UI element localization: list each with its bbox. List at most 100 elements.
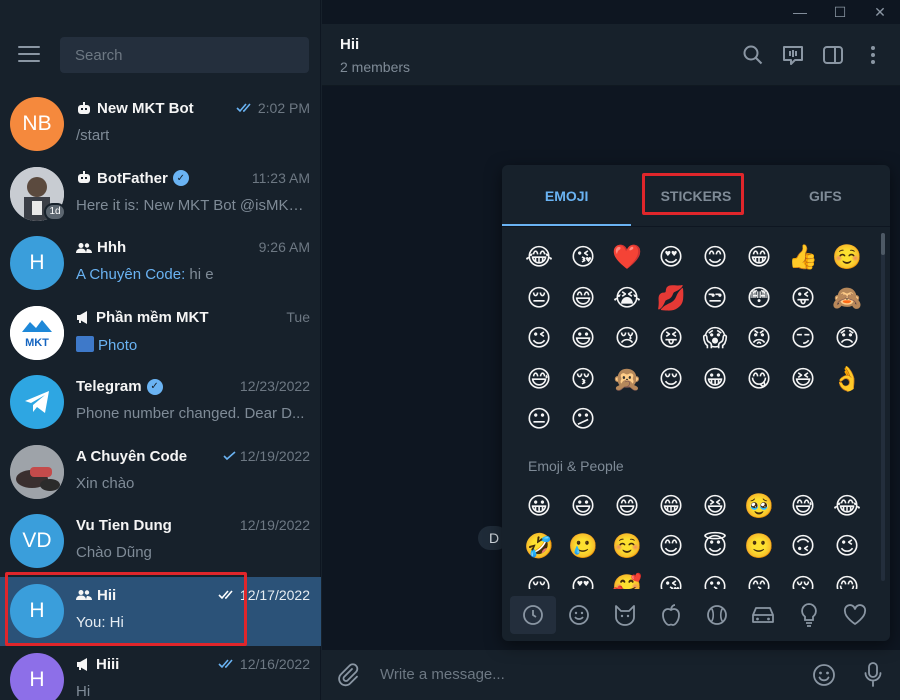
emoji-item[interactable]: 😅 — [517, 359, 561, 400]
emoji-item[interactable]: 🙊 — [605, 359, 649, 400]
search-input[interactable] — [60, 37, 309, 73]
emoji-item[interactable]: 💋 — [649, 278, 693, 319]
chat-item-vu-tien-dung[interactable]: VD Vu Tien Dung 12/19/2022 Chào Dũng — [0, 507, 321, 577]
emoji-item[interactable]: 😃 — [561, 486, 605, 527]
emoji-item[interactable]: 😁 — [737, 237, 781, 278]
emoji-item[interactable]: 😞 — [825, 318, 869, 359]
attach-icon[interactable] — [336, 663, 360, 687]
emoji-item[interactable]: 😒 — [693, 278, 737, 319]
emoji-item[interactable]: 😐 — [517, 399, 561, 440]
emoji-item[interactable]: 😊 — [693, 237, 737, 278]
chat-item-new-mkt-bot[interactable]: NB New MKT Bot 2:02 PM /start — [0, 90, 321, 160]
emoji-item[interactable]: 😂 — [517, 237, 561, 278]
emoji-scrollbar[interactable] — [881, 233, 885, 581]
chat-title[interactable]: Hii — [340, 36, 359, 53]
emoji-item[interactable]: 😍 — [649, 237, 693, 278]
emoji-item[interactable]: 😡 — [737, 318, 781, 359]
hamburger-menu-icon[interactable] — [18, 46, 40, 64]
chat-item-a-chuyen-code[interactable]: A Chuyên Code 12/19/2022 Xin chào — [0, 438, 321, 508]
emoji-item[interactable]: 😃 — [561, 318, 605, 359]
tab-emoji[interactable]: EMOJI — [502, 165, 632, 226]
chat-name-row: BotFather ✓ — [76, 170, 189, 187]
emoji-item[interactable]: 😘 — [561, 237, 605, 278]
chat-item-hiii[interactable]: H Hiii 12/16/2022 Hi — [0, 646, 321, 700]
emoji-item[interactable]: 😘 — [649, 567, 693, 589]
chat-sidebar: NB New MKT Bot 2:02 PM /start 1d BotFath… — [0, 0, 321, 700]
category-animals[interactable] — [602, 596, 648, 634]
emoji-item[interactable]: 😄 — [605, 486, 649, 527]
search-button[interactable] — [740, 42, 766, 68]
emoji-item[interactable]: ☺️ — [605, 526, 649, 567]
chat-item-telegram[interactable]: Telegram ✓ 12/23/2022 Phone number chang… — [0, 368, 321, 438]
emoji-item[interactable]: 😉 — [825, 526, 869, 567]
emoji-item[interactable]: 😄 — [561, 278, 605, 319]
chat-time: 12/23/2022 — [239, 378, 310, 394]
emoji-item[interactable]: 🙃 — [781, 526, 825, 567]
emoji-item[interactable]: 😅 — [781, 486, 825, 527]
category-objects[interactable] — [786, 596, 832, 634]
emoji-item[interactable]: 😇 — [693, 526, 737, 567]
emoji-item[interactable]: 😀 — [517, 486, 561, 527]
emoji-item[interactable]: 🥲 — [561, 526, 605, 567]
chat-time-row: 12/19/2022 — [223, 448, 310, 464]
emoji-item[interactable]: 😁 — [649, 486, 693, 527]
emoji-item[interactable]: 😆 — [781, 359, 825, 400]
emoji-item[interactable]: 😌 — [517, 567, 561, 589]
emoji-item[interactable]: 😙 — [737, 567, 781, 589]
emoji-item[interactable]: 🥰 — [605, 567, 649, 589]
emoji-item[interactable]: 😂 — [825, 486, 869, 527]
sidebar-toggle-button[interactable] — [820, 42, 846, 68]
emoji-item[interactable]: 😍 — [561, 567, 605, 589]
header-actions — [740, 42, 886, 68]
emoji-item[interactable]: 😊 — [649, 526, 693, 567]
category-people[interactable] — [556, 596, 602, 634]
smile-icon — [569, 605, 589, 625]
microphone-icon[interactable] — [864, 662, 882, 688]
tab-stickers[interactable]: STICKERS — [631, 165, 760, 226]
emoji-item[interactable]: 😕 — [561, 399, 605, 440]
emoji-item[interactable]: 👌 — [825, 359, 869, 400]
chat-time: 9:26 AM — [258, 239, 310, 255]
emoji-item[interactable]: 😚 — [781, 567, 825, 589]
more-button[interactable] — [860, 42, 886, 68]
maximize-button[interactable]: ☐ — [820, 0, 860, 24]
chat-item-botfather[interactable]: 1d BotFather ✓ 11:23 AM Here it is: New … — [0, 160, 321, 230]
category-activity[interactable] — [694, 596, 740, 634]
emoji-item[interactable]: 🙂 — [737, 526, 781, 567]
tab-gifs[interactable]: GIFS — [761, 165, 890, 226]
minimize-button[interactable]: — — [780, 0, 820, 24]
emoji-item[interactable]: 😳 — [737, 278, 781, 319]
emoji-item[interactable]: 😭 — [605, 278, 649, 319]
message-input[interactable] — [380, 666, 780, 683]
emoji-item[interactable]: ❤️ — [605, 237, 649, 278]
emoji-item[interactable]: 😌 — [649, 359, 693, 400]
emoji-item[interactable]: 😗 — [693, 567, 737, 589]
emoji-item[interactable]: 🤣 — [517, 526, 561, 567]
emoji-item[interactable]: 😏 — [781, 318, 825, 359]
category-food[interactable] — [648, 596, 694, 634]
emoji-item[interactable]: 😔 — [517, 278, 561, 319]
emoji-item[interactable]: ☺️ — [825, 237, 869, 278]
emoji-item[interactable]: 🥹 — [737, 486, 781, 527]
emoji-item[interactable]: 😢 — [605, 318, 649, 359]
emoji-item[interactable]: 😱 — [693, 318, 737, 359]
category-recent[interactable] — [510, 596, 556, 634]
emoji-item[interactable]: 😉 — [517, 318, 561, 359]
chat-item-hhh[interactable]: H Hhh 9:26 AM A Chuyên Code: hi e — [0, 229, 321, 299]
emoji-item[interactable]: 👍 — [781, 237, 825, 278]
emoji-item[interactable]: 😚 — [561, 359, 605, 400]
emoji-item[interactable]: 😋 — [825, 567, 869, 589]
voice-chat-button[interactable] — [780, 42, 806, 68]
category-symbols[interactable] — [832, 596, 878, 634]
emoji-icon[interactable] — [812, 663, 836, 687]
emoji-item[interactable]: 🙈 — [825, 278, 869, 319]
emoji-item[interactable]: 😜 — [781, 278, 825, 319]
chat-item-phan-mem-mkt[interactable]: MKT Phần mềm MKT Tue Photo — [0, 299, 321, 369]
emoji-item[interactable]: 😝 — [649, 318, 693, 359]
close-window-button[interactable]: ✕ — [860, 0, 900, 24]
emoji-item[interactable]: 😋 — [737, 359, 781, 400]
emoji-item[interactable]: 😀 — [693, 359, 737, 400]
bot-icon — [78, 101, 90, 114]
emoji-item[interactable]: 😆 — [693, 486, 737, 527]
category-travel[interactable] — [740, 596, 786, 634]
